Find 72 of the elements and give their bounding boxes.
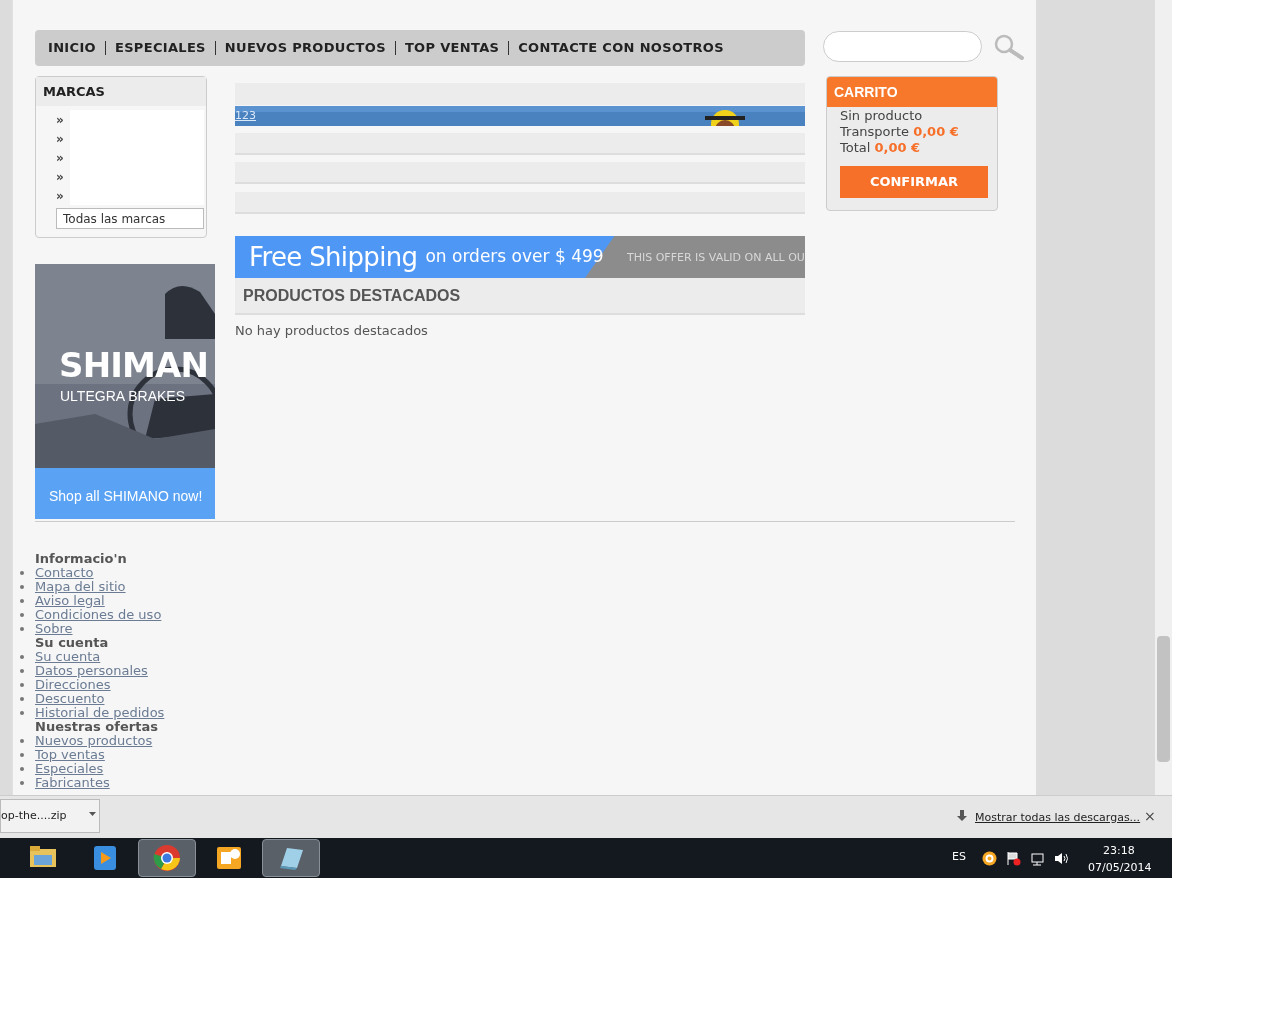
bullet-icon: »	[56, 110, 70, 129]
bullet-icon	[20, 613, 24, 617]
empty-message: No hay productos destacados	[235, 322, 428, 340]
footer-link[interactable]: Nuevos productos	[35, 734, 153, 748]
speaker-icon[interactable]	[1054, 851, 1070, 866]
download-item[interactable]: op-the....zip	[0, 799, 100, 833]
footer-link[interactable]: Sobre	[35, 622, 73, 636]
bullet-icon	[20, 599, 24, 603]
footer-link[interactable]: Direcciones	[35, 678, 111, 692]
panel-title: CARRITO	[834, 82, 898, 102]
footer-link[interactable]: Contacto	[35, 566, 94, 580]
show-all-downloads-link[interactable]: Mostrar todas las descargas...	[975, 810, 1141, 827]
footer-link[interactable]: Condiciones de uso	[35, 608, 162, 622]
footer-link[interactable]: Aviso legal	[35, 594, 105, 608]
scrollbar[interactable]	[1155, 0, 1172, 795]
footer-heading: Informacio'n	[34, 552, 128, 566]
cart-line: Sin producto	[840, 108, 924, 124]
brand-logo: SHIMAN	[59, 348, 209, 382]
chrome-icon	[151, 842, 183, 874]
clock-time[interactable]: 23:18	[1103, 843, 1135, 860]
close-button[interactable]: ×	[1144, 806, 1156, 827]
banner-subtitle: on orders over $ 499	[425, 245, 604, 269]
bullet-icon: »	[56, 148, 70, 167]
bullet-icon	[20, 781, 24, 785]
bullet-icon	[20, 627, 24, 631]
footer-link[interactable]: Historial de pedidos	[35, 706, 165, 720]
footer-link[interactable]: Su cuenta	[35, 650, 101, 664]
cart-line: Transporte 0,00 €	[840, 124, 960, 140]
footer-link[interactable]: Especiales	[35, 762, 104, 776]
clock-date[interactable]: 07/05/2014	[1088, 860, 1152, 877]
bullet-icon	[20, 711, 24, 715]
confirm-button[interactable]: CONFIRMAR	[840, 166, 988, 198]
menu-link[interactable]: CONTACTE CON NOSOTROS	[509, 38, 733, 58]
flag-icon[interactable]	[1006, 851, 1021, 866]
banner-note: THIS OFFER IS VALID ON ALL OU	[627, 250, 805, 266]
menu-link[interactable]: ESPECIALES	[105, 38, 215, 58]
footer-heading: Su cuenta	[34, 636, 110, 650]
bullet-icon	[20, 753, 24, 757]
bullet-icon: »	[56, 129, 70, 148]
circle-icon[interactable]	[982, 851, 997, 866]
network-icon[interactable]	[1030, 851, 1045, 866]
bullet-icon	[20, 669, 24, 673]
banner-title: Free Shipping	[249, 240, 418, 274]
bullet-icon	[20, 683, 24, 687]
language-indicator[interactable]: ES	[952, 849, 966, 866]
footer-link[interactable]: Fabricantes	[35, 776, 110, 790]
footer-heading: Nuestras ofertas	[34, 720, 158, 734]
footer-link[interactable]: Descuento	[35, 692, 105, 706]
footer-link[interactable]: Top ventas	[35, 748, 105, 762]
menu-link[interactable]: TOP VENTAS	[395, 38, 509, 58]
search-field[interactable]	[823, 31, 982, 62]
bullet-icon	[20, 655, 24, 659]
section-title: PRODUCTOS DESTACADOS	[243, 285, 461, 306]
footer-link[interactable]: Mapa del sitio	[35, 580, 126, 594]
bullet-icon	[20, 767, 24, 771]
bullet-icon	[20, 739, 24, 743]
footer-link[interactable]: Datos personales	[35, 664, 148, 678]
bullet-icon: »	[56, 186, 70, 205]
file-name: op-the....zip	[1, 807, 67, 824]
bullet-icon	[20, 697, 24, 701]
caret-icon[interactable]	[89, 812, 96, 816]
cart-line: Total 0,00 €	[840, 140, 922, 156]
bullet-icon	[20, 585, 24, 589]
panel-title: MARCAS	[43, 82, 105, 101]
brand-select[interactable]: Todas las marcas	[56, 208, 204, 229]
menu-link[interactable]: NUEVOS PRODUCTOS	[215, 38, 395, 58]
download-icon	[956, 810, 968, 822]
banner-subtitle: ULTEGRA BRAKES	[60, 387, 185, 406]
bullet-icon: »	[56, 167, 70, 186]
bullet-icon	[20, 571, 24, 575]
menu-link[interactable]: INICIO	[39, 38, 105, 58]
slide-link[interactable]: 123	[235, 109, 256, 122]
